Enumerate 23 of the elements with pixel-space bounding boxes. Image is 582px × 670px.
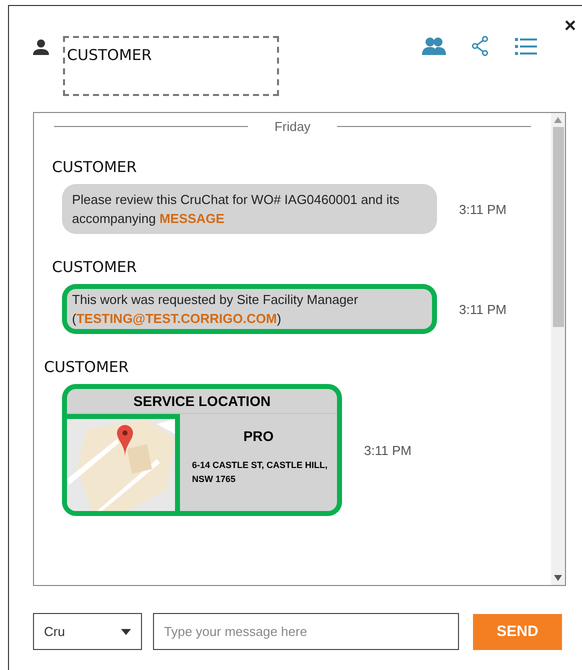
group-icon[interactable] [422, 36, 446, 56]
customer-name: CUSTOMER [63, 36, 279, 96]
place-name: PRO [243, 428, 274, 444]
sender-name: CUSTOMER [52, 258, 138, 276]
channel-dropdown[interactable]: Cru [33, 613, 142, 650]
person-icon [33, 39, 49, 55]
message-bubble: Please review this CruChat for WO# IAG0460001 and its accompanying MESSAGE [62, 184, 437, 234]
sender-name: CUSTOMER [44, 358, 130, 376]
scroll-down-icon[interactable] [554, 575, 562, 581]
message-time: 3:11 PM [459, 302, 506, 316]
message-time: 3:11 PM [459, 202, 506, 216]
card-title: SERVICE LOCATION [67, 389, 337, 414]
scroll-up-icon[interactable] [554, 117, 562, 123]
sender-name: CUSTOMER [52, 158, 138, 176]
close-button[interactable]: × [564, 16, 576, 36]
caret-icon [121, 628, 131, 634]
message-input[interactable]: Type your message here [153, 613, 459, 650]
address-text: 6-14 CASTLE ST, CASTLE HILL, NSW 1765 [191, 459, 329, 486]
scrollbar[interactable] [551, 113, 565, 585]
day-divider: Friday [274, 119, 311, 134]
message-time: 3:11 PM [364, 442, 412, 458]
list-icon[interactable] [514, 36, 538, 56]
message-bubble: This work was requested by Site Facility Manager (TESTING@TEST.CORRIGO.COM) [62, 284, 437, 334]
